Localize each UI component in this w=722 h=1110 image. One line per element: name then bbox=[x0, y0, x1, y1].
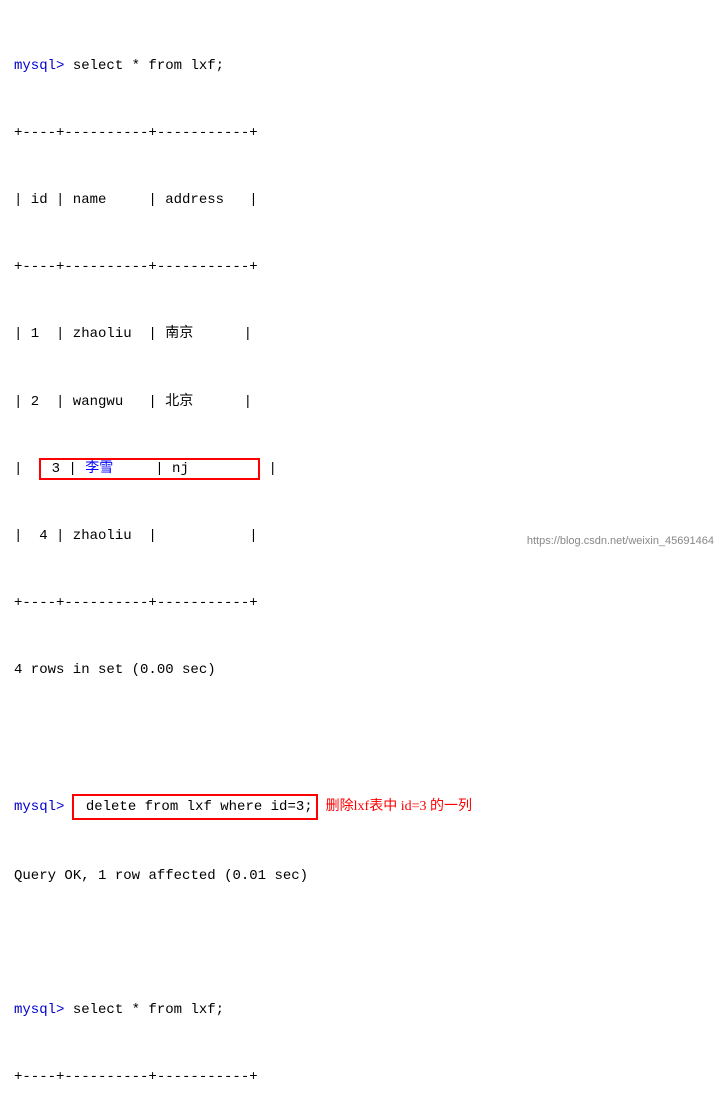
cmd-line-1: mysql> select * from lxf; bbox=[14, 55, 708, 77]
delete-cmd: delete from lxf where id=3; bbox=[72, 794, 317, 820]
cmd-line-3: mysql> select * from lxf; bbox=[14, 999, 708, 1021]
prompt-2: mysql> bbox=[14, 796, 64, 818]
row3-name: 李雪 bbox=[85, 461, 113, 477]
prompt-1: mysql> bbox=[14, 58, 64, 74]
row3-addr: nj bbox=[172, 461, 189, 477]
sep-2: +----+----------+-----------+ bbox=[14, 256, 708, 278]
row3-highlighted: | 3 | 李雪 | nj | bbox=[14, 458, 708, 480]
row2: | 2 | wangwu | 北京 | bbox=[14, 391, 708, 413]
header-1: | id | name | address | bbox=[14, 189, 708, 211]
blank-2 bbox=[14, 932, 708, 954]
row3-border: 3 | 李雪 | nj bbox=[39, 458, 260, 480]
ok-text: OK bbox=[64, 868, 81, 884]
affected-text: affected bbox=[148, 868, 215, 884]
sep-3: +----+----------+-----------+ bbox=[14, 592, 708, 614]
result-1: 4 rows in set (0.00 sec) bbox=[14, 659, 708, 681]
sep-1: +----+----------+-----------+ bbox=[14, 122, 708, 144]
terminal-output: mysql> select * from lxf; +----+--------… bbox=[14, 10, 708, 1110]
cmd-line-2: mysql> delete from lxf where id=3; 删除lxf… bbox=[14, 794, 708, 820]
blank-1 bbox=[14, 727, 708, 749]
query-result: Query OK, 1 row affected (0.01 sec) bbox=[14, 865, 708, 887]
watermark: https://blog.csdn.net/weixin_45691464 bbox=[527, 535, 714, 547]
sep-4: +----+----------+-----------+ bbox=[14, 1066, 708, 1088]
prompt-3: mysql> bbox=[14, 1002, 64, 1018]
row1: | 1 | zhaoliu | 南京 | bbox=[14, 323, 708, 345]
annotation-1: 删除lxf表中 id=3 的一列 bbox=[326, 796, 472, 818]
